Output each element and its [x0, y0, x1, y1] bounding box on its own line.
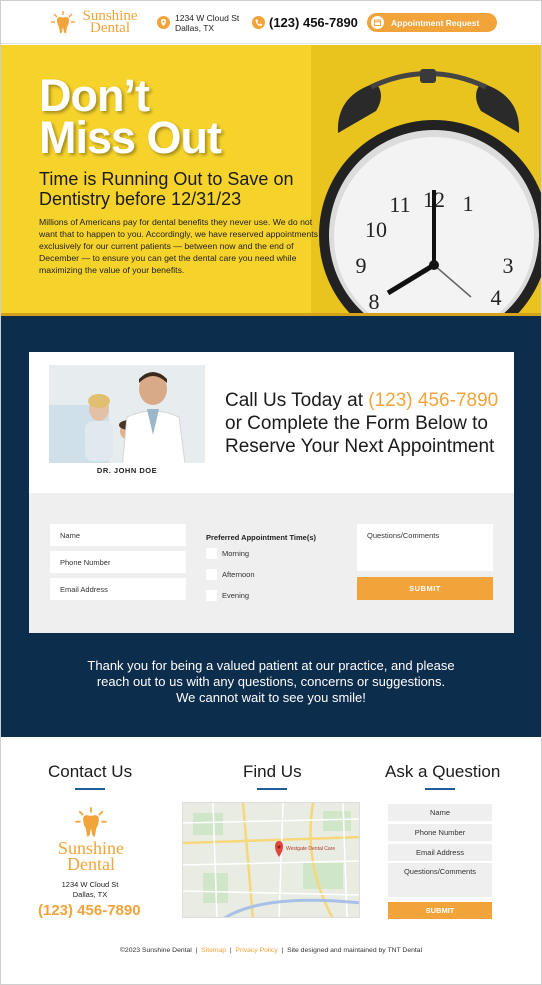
- copyright-text: ©2023 Sunshine Dental: [119, 947, 192, 954]
- ask-question-underline: [425, 788, 455, 790]
- contact-us-heading: Contact Us: [48, 762, 133, 781]
- hero-headline-line-2: Miss Out: [39, 112, 222, 163]
- footer-brand-line-2: Dental: [67, 854, 115, 874]
- email-input[interactable]: Email Address: [50, 578, 186, 600]
- ask-email-input[interactable]: Email Address: [388, 844, 492, 861]
- appointment-request-button[interactable]: Appointment Request: [367, 13, 497, 32]
- contact-section: DR. JOHN DOE Call Us Today at (123) 456-…: [1, 316, 541, 737]
- sitemap-link[interactable]: Sitemap: [201, 947, 226, 954]
- header-address[interactable]: 1234 W Cloud St Dallas, TX: [175, 13, 239, 33]
- clock-numeral-11: 11: [389, 192, 410, 217]
- morning-checkbox[interactable]: [206, 548, 217, 559]
- address-line-2: Dallas, TX: [175, 23, 215, 33]
- call-rest: or Complete the Form Below to Reserve Yo…: [225, 413, 495, 457]
- brand-logo[interactable]: Sunshine Dental: [50, 9, 142, 37]
- call-heading: Call Us Today at (123) 456-7890 or Compl…: [225, 389, 505, 458]
- phone-input[interactable]: Phone Number: [50, 551, 186, 573]
- location-map[interactable]: Westgate Dental Care: [182, 802, 360, 918]
- clock-numeral-10: 10: [365, 217, 387, 242]
- call-phone-link[interactable]: (123) 456-7890: [368, 390, 498, 411]
- hero-body-text: Millions of Americans pay for dental ben…: [39, 217, 318, 275]
- footer-phone-link[interactable]: (123) 456-7890: [38, 902, 141, 919]
- thanks-line-3: We cannot wait to see you smile!: [176, 690, 366, 705]
- footer-logo[interactable]: Sunshine Dental: [49, 806, 133, 876]
- footer-address: 1234 W Cloud St Dallas, TX: [45, 880, 135, 900]
- comments-textarea[interactable]: Questions/Comments: [357, 524, 493, 571]
- hero-subhead: Time is Running Out to Save on Dentistry…: [39, 169, 294, 209]
- find-us-heading: Find Us: [243, 762, 302, 781]
- hero-headline: Don’t Miss Out: [39, 70, 222, 163]
- header-phone-link[interactable]: (123) 456-7890: [269, 15, 358, 30]
- afternoon-checkbox[interactable]: [206, 569, 217, 580]
- ask-name-input[interactable]: Name: [388, 804, 492, 821]
- privacy-policy-link[interactable]: Privacy Policy: [235, 947, 277, 954]
- footer-address-line-2: Dallas, TX: [72, 890, 108, 899]
- copyright-bar: ©2023 Sunshine Dental | Sitemap | Privac…: [119, 947, 423, 954]
- map-pin-label: Westgate Dental Care: [286, 846, 335, 852]
- map-pin-icon: [157, 16, 170, 29]
- clock-numeral-9: 9: [356, 253, 367, 278]
- evening-label: Evening: [222, 591, 250, 600]
- ask-comments-textarea[interactable]: Questions/Comments: [388, 863, 492, 897]
- tooth-sun-icon: [51, 11, 75, 34]
- call-card: DR. JOHN DOE Call Us Today at (123) 456-…: [29, 352, 514, 493]
- address-line-1: 1234 W Cloud St: [175, 13, 240, 23]
- afternoon-label: Afternoon: [222, 570, 255, 579]
- ask-submit-button[interactable]: SUBMIT: [388, 902, 492, 919]
- alarm-clock-image: 12 1 11 10 9 3 8 4: [319, 69, 541, 315]
- doctor-name: DR. JOHN DOE: [49, 463, 205, 479]
- morning-label: Morning: [222, 549, 250, 558]
- site-header: Sunshine Dental 1234 W Cloud St Dallas, …: [1, 1, 541, 44]
- footer-brand-name: Sunshine Dental: [49, 839, 133, 874]
- find-us-underline: [257, 788, 287, 790]
- preferred-time-label: Preferred Appointment Time(s): [206, 533, 317, 542]
- page: Sunshine Dental 1234 W Cloud St Dallas, …: [0, 0, 542, 985]
- tooth-sun-icon: [75, 807, 107, 837]
- clock-numeral-8: 8: [369, 289, 380, 314]
- doctor-photo: DR. JOHN DOE: [49, 365, 205, 479]
- ask-question-heading: Ask a Question: [385, 762, 501, 781]
- thanks-line-1: Thank you for being a valued patient at …: [87, 658, 455, 673]
- site-credit: Site designed and maintained by TNT Dent…: [287, 947, 423, 954]
- hero-banner: Don’t Miss Out Time is Running Out to Sa…: [1, 45, 541, 315]
- call-prefix: Call Us Today at: [225, 390, 369, 411]
- evening-checkbox[interactable]: [206, 590, 217, 601]
- appointment-form: Name Phone Number Email Address Preferre…: [29, 493, 514, 633]
- phone-icon: [252, 16, 265, 29]
- submit-button[interactable]: SUBMIT: [357, 577, 493, 600]
- ask-phone-input[interactable]: Phone Number: [388, 824, 492, 841]
- hero-headline-line-1: Don’t: [39, 70, 150, 121]
- thank-you-message: Thank you for being a valued patient at …: [41, 658, 501, 706]
- appointment-request-label: Appointment Request: [391, 18, 480, 28]
- name-input[interactable]: Name: [50, 524, 186, 546]
- thanks-line-2: reach out to us with any questions, conc…: [96, 674, 446, 689]
- clock-numeral-3: 3: [503, 253, 514, 278]
- contact-us-underline: [75, 788, 105, 790]
- calendar-icon: [371, 16, 384, 29]
- footer-address-line-1: 1234 W Cloud St: [61, 880, 119, 889]
- clock-numeral-4: 4: [491, 285, 502, 310]
- brand-name: Sunshine Dental: [78, 9, 142, 36]
- clock-numeral-1: 1: [463, 191, 474, 216]
